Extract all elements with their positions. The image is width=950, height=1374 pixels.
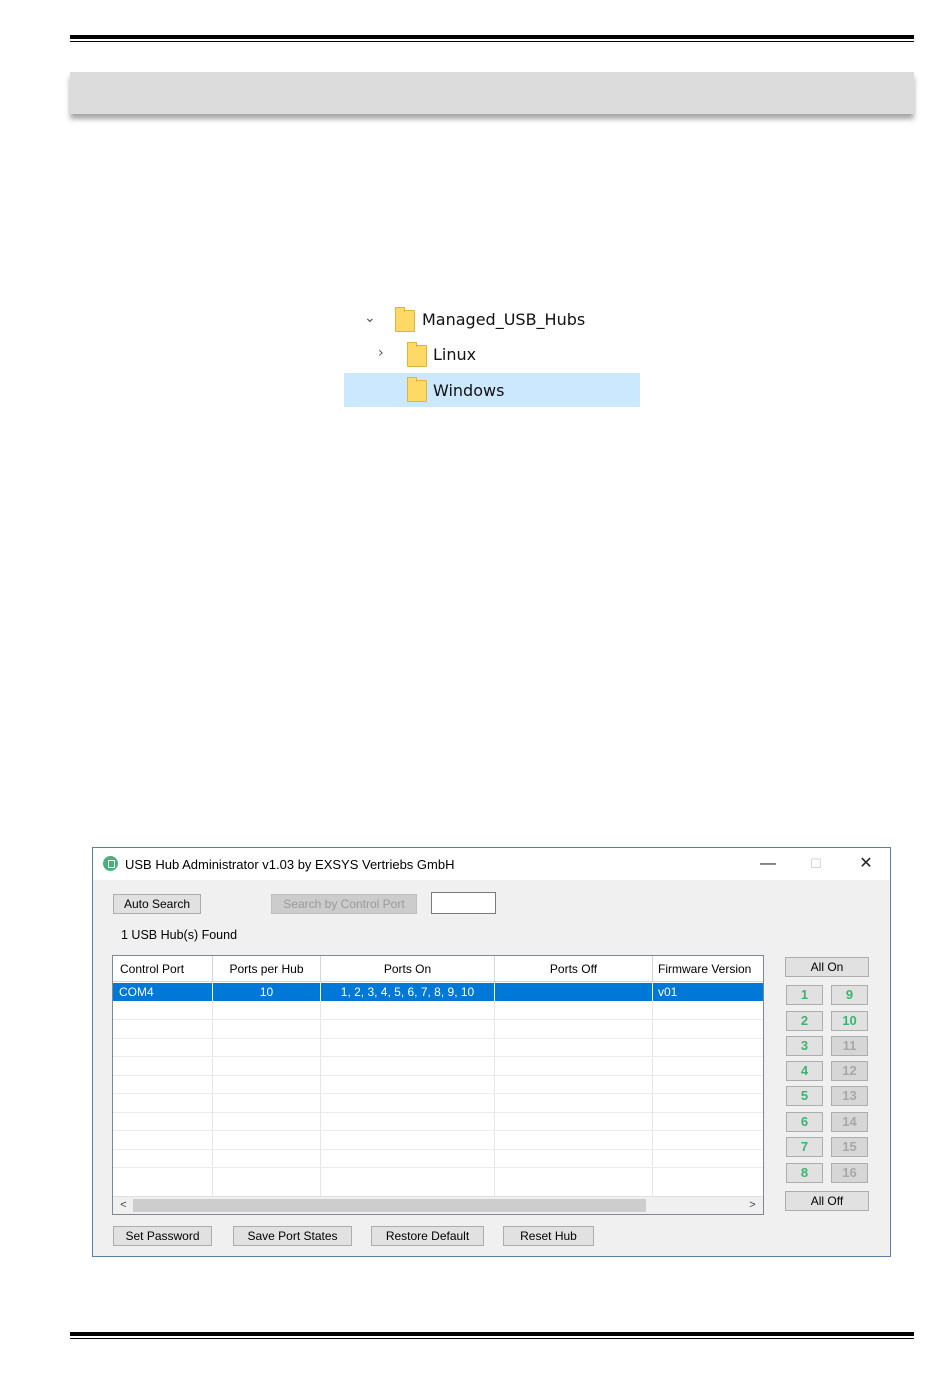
port-12-button[interactable]: 12 bbox=[831, 1061, 868, 1081]
table-row[interactable] bbox=[113, 1094, 763, 1113]
folder-icon bbox=[407, 342, 427, 367]
port-9-button[interactable]: 9 bbox=[831, 985, 868, 1005]
set-password-button[interactable]: Set Password bbox=[113, 1226, 212, 1246]
column-header[interactable]: Firmware Version bbox=[653, 956, 763, 981]
tree-item-managed-usb-hubs[interactable]: ⌄ Managed_USB_Hubs bbox=[344, 302, 640, 336]
table-row[interactable] bbox=[113, 1075, 763, 1094]
table-row[interactable] bbox=[113, 1038, 763, 1057]
table-row[interactable] bbox=[113, 1020, 763, 1039]
port-2-button[interactable]: 2 bbox=[786, 1011, 823, 1031]
folder-tree: ⌄ Managed_USB_Hubs › Linux Windows bbox=[344, 302, 640, 408]
hub-table[interactable]: Control Port Ports per Hub Ports On Port… bbox=[112, 955, 764, 1215]
port-8-button[interactable]: 8 bbox=[786, 1163, 823, 1183]
column-header[interactable]: Control Port bbox=[113, 956, 213, 981]
table-header: Control Port Ports per Hub Ports On Port… bbox=[113, 956, 763, 982]
column-header[interactable]: Ports On bbox=[321, 956, 495, 981]
tree-item-label: Managed_USB_Hubs bbox=[422, 310, 586, 329]
port-14-button[interactable]: 14 bbox=[831, 1112, 868, 1132]
tree-item-windows[interactable]: Windows bbox=[344, 373, 640, 407]
cell-ports-off bbox=[495, 983, 653, 1001]
port-16-button[interactable]: 16 bbox=[831, 1163, 868, 1183]
port-4-button[interactable]: 4 bbox=[786, 1061, 823, 1081]
all-on-button[interactable]: All On bbox=[785, 957, 869, 977]
folder-icon bbox=[407, 377, 427, 402]
port-11-button[interactable]: 11 bbox=[831, 1036, 868, 1056]
scroll-left-icon[interactable]: < bbox=[115, 1197, 132, 1214]
scroll-right-icon[interactable]: > bbox=[744, 1197, 761, 1214]
folder-icon bbox=[395, 307, 415, 332]
usb-hub-admin-window: USB Hub Administrator v1.03 by EXSYS Ver… bbox=[92, 847, 891, 1257]
table-row[interactable] bbox=[113, 1057, 763, 1076]
table-row[interactable] bbox=[113, 1149, 763, 1168]
column-header[interactable]: Ports Off bbox=[495, 956, 653, 981]
chevron-down-icon[interactable]: ⌄ bbox=[364, 310, 376, 326]
maximize-button[interactable]: ☐ bbox=[796, 852, 836, 876]
reset-hub-button[interactable]: Reset Hub bbox=[503, 1226, 594, 1246]
hubs-found-status: 1 USB Hub(s) Found bbox=[121, 928, 238, 942]
scrollbar-thumb[interactable] bbox=[133, 1199, 646, 1212]
close-button[interactable]: ✕ bbox=[846, 852, 886, 876]
save-port-states-button[interactable]: Save Port States bbox=[233, 1226, 352, 1246]
port-6-button[interactable]: 6 bbox=[786, 1112, 823, 1132]
usb-app-icon bbox=[103, 856, 118, 871]
restore-default-button[interactable]: Restore Default bbox=[371, 1226, 484, 1246]
port-1-button[interactable]: 1 bbox=[786, 985, 823, 1005]
cell-firmware: v01 bbox=[658, 985, 678, 999]
column-header[interactable]: Ports per Hub bbox=[213, 956, 321, 981]
cell-ports-per-hub: 10 bbox=[213, 983, 321, 1001]
port-13-button[interactable]: 13 bbox=[831, 1086, 868, 1106]
horizontal-scrollbar[interactable]: < > bbox=[113, 1196, 763, 1214]
tree-item-linux[interactable]: › Linux bbox=[344, 337, 640, 371]
auto-search-button[interactable]: Auto Search bbox=[113, 894, 201, 914]
minimize-button[interactable]: — bbox=[748, 852, 788, 876]
title-bar[interactable]: USB Hub Administrator v1.03 by EXSYS Ver… bbox=[93, 848, 890, 880]
bottom-rule bbox=[70, 1332, 914, 1339]
table-row[interactable]: COM4 10 1, 2, 3, 4, 5, 6, 7, 8, 9, 10 v0… bbox=[113, 983, 763, 1001]
cell-control-port: COM4 bbox=[113, 983, 213, 1001]
tree-item-label: Linux bbox=[433, 345, 477, 364]
table-row[interactable] bbox=[113, 1168, 763, 1196]
table-row[interactable] bbox=[113, 1001, 763, 1020]
port-3-button[interactable]: 3 bbox=[786, 1036, 823, 1056]
top-rule bbox=[70, 35, 914, 42]
port-5-button[interactable]: 5 bbox=[786, 1086, 823, 1106]
port-10-button[interactable]: 10 bbox=[831, 1011, 868, 1031]
table-row[interactable] bbox=[113, 1112, 763, 1131]
chevron-right-icon[interactable]: › bbox=[378, 345, 384, 361]
tree-item-label: Windows bbox=[433, 381, 505, 400]
control-port-input[interactable] bbox=[431, 892, 496, 914]
port-7-button[interactable]: 7 bbox=[786, 1137, 823, 1157]
all-off-button[interactable]: All Off bbox=[785, 1191, 869, 1211]
header-band bbox=[70, 72, 914, 114]
port-15-button[interactable]: 15 bbox=[831, 1137, 868, 1157]
cell-ports-on: 1, 2, 3, 4, 5, 6, 7, 8, 9, 10 bbox=[321, 983, 495, 1001]
window-title: USB Hub Administrator v1.03 by EXSYS Ver… bbox=[125, 857, 455, 872]
search-by-control-port-button[interactable]: Search by Control Port bbox=[271, 894, 417, 914]
table-row[interactable] bbox=[113, 1131, 763, 1150]
